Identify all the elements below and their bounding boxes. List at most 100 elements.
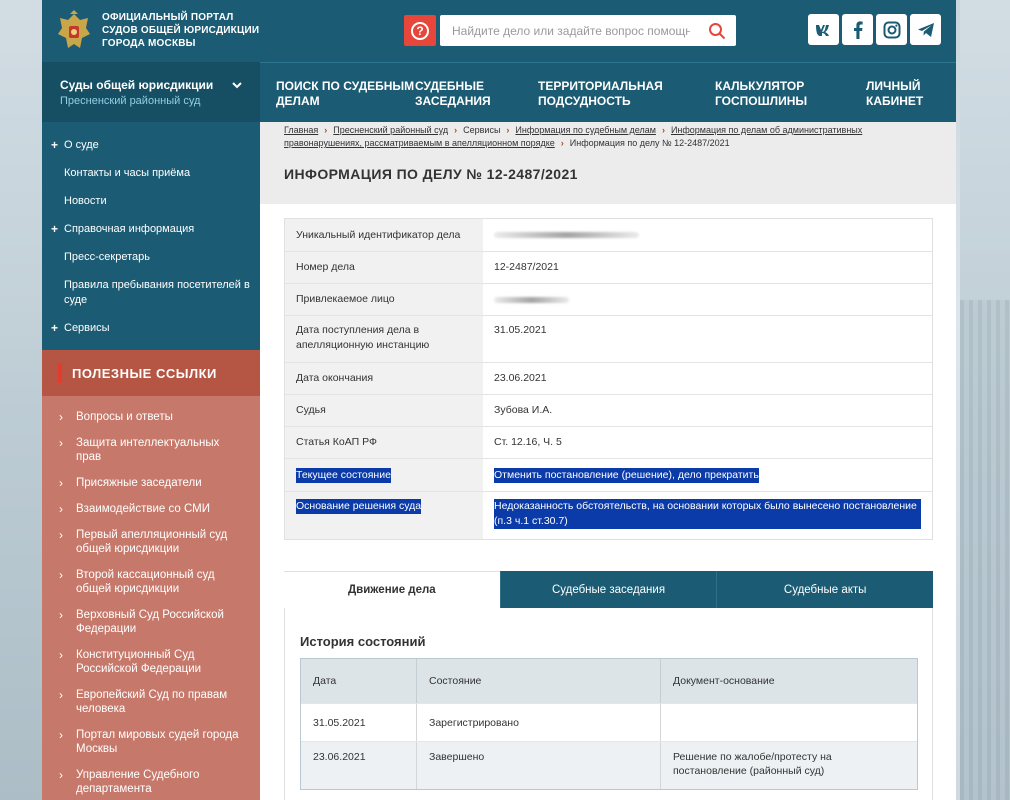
plus-icon: + xyxy=(51,321,59,335)
court-selector-title: Суды общей юрисдикции xyxy=(60,78,214,92)
main-navigation: Поиск по судебным делам Судебные заседан… xyxy=(260,62,956,122)
useful-link[interactable]: › Второй кассационный суд общей юрисдикци… xyxy=(42,562,260,602)
column-header: Дата xyxy=(301,659,417,703)
useful-link[interactable]: › Портал мировых судей города Москвы xyxy=(42,722,260,762)
portal-title[interactable]: Официальный портал судов общей юрисдикци… xyxy=(102,11,282,50)
column-header: Документ-основание xyxy=(673,675,775,687)
case-info-row: Привлекаемое лицо xyxy=(285,284,932,316)
nav-personal-account[interactable]: Личный кабинет xyxy=(866,79,936,109)
useful-link-label: Второй кассационный суд общей юрисдикции xyxy=(76,569,215,595)
sidebar-item-label: Справочная информация xyxy=(64,223,195,235)
redacted-value xyxy=(494,232,639,238)
column-header: Состояние xyxy=(417,659,661,703)
chevron-right-icon: › xyxy=(59,608,63,622)
sidebar-item-press[interactable]: Пресс-секретарь xyxy=(42,244,260,272)
vk-icon[interactable] xyxy=(808,14,839,45)
plus-icon: + xyxy=(51,222,59,236)
background-right xyxy=(960,0,1010,800)
table-row: 31.05.2021 Зарегистрировано xyxy=(301,703,917,741)
main-content: Уникальный идентификатор дела Номер дела… xyxy=(260,204,956,800)
useful-link[interactable]: › Верховный Суд Российской Федерации xyxy=(42,602,260,642)
sidebar-item-services[interactable]: + Сервисы xyxy=(42,315,260,343)
court-selector[interactable]: Суды общей юрисдикции Пресненский районн… xyxy=(42,62,260,122)
chevron-right-icon: › xyxy=(59,688,63,702)
chevron-right-icon: › xyxy=(59,476,63,490)
sidebar-menu: + О суде Контакты и часы приёма Новости … xyxy=(42,122,260,350)
table-cell xyxy=(661,704,917,741)
tab-case-movement[interactable]: Движение дела xyxy=(284,571,500,608)
help-assistant-button[interactable]: ? xyxy=(404,15,436,46)
search-box xyxy=(440,15,736,46)
case-info-label: Статья КоАП РФ xyxy=(285,427,483,458)
question-icon: ? xyxy=(411,21,429,40)
chevron-right-icon: › xyxy=(59,568,63,582)
chevron-right-icon: › xyxy=(59,768,63,782)
chevron-right-icon: › xyxy=(661,125,665,135)
chevron-right-icon: › xyxy=(59,728,63,742)
case-info-row: Номер дела 12-2487/2021 xyxy=(285,252,932,284)
useful-link[interactable]: › Защита интеллектуальных прав xyxy=(42,430,260,470)
useful-link[interactable]: › Европейский Суд по правам человека xyxy=(42,682,260,722)
breadcrumb-link[interactable]: Главная xyxy=(284,125,318,135)
case-info-value xyxy=(483,284,932,315)
instagram-icon[interactable] xyxy=(876,14,907,45)
case-info-value: Ст. 12.16, Ч. 5 xyxy=(494,436,562,448)
useful-link-label: Присяжные заседатели xyxy=(76,477,202,489)
useful-link[interactable]: › Присяжные заседатели xyxy=(42,470,260,496)
sidebar-item-news[interactable]: Новости xyxy=(42,188,260,216)
case-info-label: Судья xyxy=(285,395,483,426)
nav-case-search[interactable]: Поиск по судебным делам xyxy=(276,79,416,109)
useful-link[interactable]: › Вопросы и ответы xyxy=(42,404,260,430)
case-info-value: 23.06.2021 xyxy=(494,372,547,384)
nav-fee-calculator[interactable]: Калькулятор госпошлины xyxy=(715,79,835,109)
nav-court-sessions[interactable]: Судебные заседания xyxy=(415,79,515,109)
plus-icon: + xyxy=(51,138,59,152)
sidebar-item-reference[interactable]: + Справочная информация xyxy=(42,216,260,244)
chevron-right-icon: › xyxy=(59,528,63,542)
selected-text: Текущее состояние xyxy=(296,467,391,483)
court-selector-subtitle: Пресненский районный суд xyxy=(60,95,201,107)
case-info-value: Недоказанность обстоятельств, на основан… xyxy=(483,492,932,539)
sidebar-item-label: Пресс-секретарь xyxy=(64,251,150,263)
breadcrumb-link[interactable]: Информация по судебным делам xyxy=(515,125,656,135)
useful-link-label: Верховный Суд Российской Федерации xyxy=(76,609,224,635)
useful-link[interactable]: › Первый апелляционный суд общей юрисдикц… xyxy=(42,522,260,562)
breadcrumb: Главная › Пресненский районный суд › Сервисы… xyxy=(284,124,924,150)
useful-link-label: Взаимодействие со СМИ xyxy=(76,503,210,515)
case-info-row: Дата поступления дела в апелляционную ин… xyxy=(285,316,932,363)
case-info-row: Текущее состояние Отменить постановление… xyxy=(285,459,932,492)
facebook-icon[interactable] xyxy=(842,14,873,45)
case-info-label: Дата окончания xyxy=(285,363,483,394)
sidebar-item-about[interactable]: + О суде xyxy=(42,132,260,160)
useful-link-label: Портал мировых судей города Москвы xyxy=(76,729,239,755)
table-row: 23.06.2021 Завершено Решение по жалобе/п… xyxy=(301,741,917,789)
useful-link[interactable]: › Взаимодействие со СМИ xyxy=(42,496,260,522)
case-info-row: Судья Зубова И.А. xyxy=(285,395,932,427)
sidebar-item-rules[interactable]: Правила пребывания посетителей в суде xyxy=(42,272,260,315)
tab-court-acts[interactable]: Судебные акты xyxy=(716,571,934,608)
case-info-label: Привлекаемое лицо xyxy=(285,284,483,315)
portal-title-line: города Москвы xyxy=(102,38,196,49)
search-icon[interactable] xyxy=(708,22,726,40)
case-info-row: Основание решения суда Недоказанность об… xyxy=(285,492,932,539)
chevron-right-icon: › xyxy=(59,502,63,516)
chevron-right-icon: › xyxy=(560,138,564,148)
breadcrumb-link[interactable]: Пресненский районный суд xyxy=(333,125,448,135)
portal-title-line: Официальный портал xyxy=(102,12,234,23)
history-table: Дата Состояние Документ-основание 31.05.… xyxy=(300,658,918,790)
case-info-value: Зубова И.А. xyxy=(494,404,553,416)
nav-territorial-jurisdiction[interactable]: Территориальная подсудность xyxy=(538,79,668,109)
useful-links-list: › Вопросы и ответы › Защита интеллектуальн… xyxy=(42,396,260,800)
chevron-right-icon: › xyxy=(59,410,63,424)
sidebar-item-contacts[interactable]: Контакты и часы приёма xyxy=(42,160,260,188)
useful-link[interactable]: › Конституционный Суд Российской Федераци… xyxy=(42,642,260,682)
useful-link[interactable]: › Управление Судебного департамента xyxy=(42,762,260,800)
case-info-value: Отменить постановление (решение), дело п… xyxy=(483,459,932,491)
telegram-icon[interactable] xyxy=(910,14,941,45)
case-info-table: Уникальный идентификатор дела Номер дела… xyxy=(284,218,933,540)
page-title: Информация по делу № 12-2487/2021 xyxy=(284,166,578,182)
coat-of-arms-icon[interactable] xyxy=(54,10,94,52)
redacted-value xyxy=(494,296,569,303)
search-input[interactable] xyxy=(440,15,690,46)
tab-court-sessions[interactable]: Судебные заседания xyxy=(499,571,717,608)
